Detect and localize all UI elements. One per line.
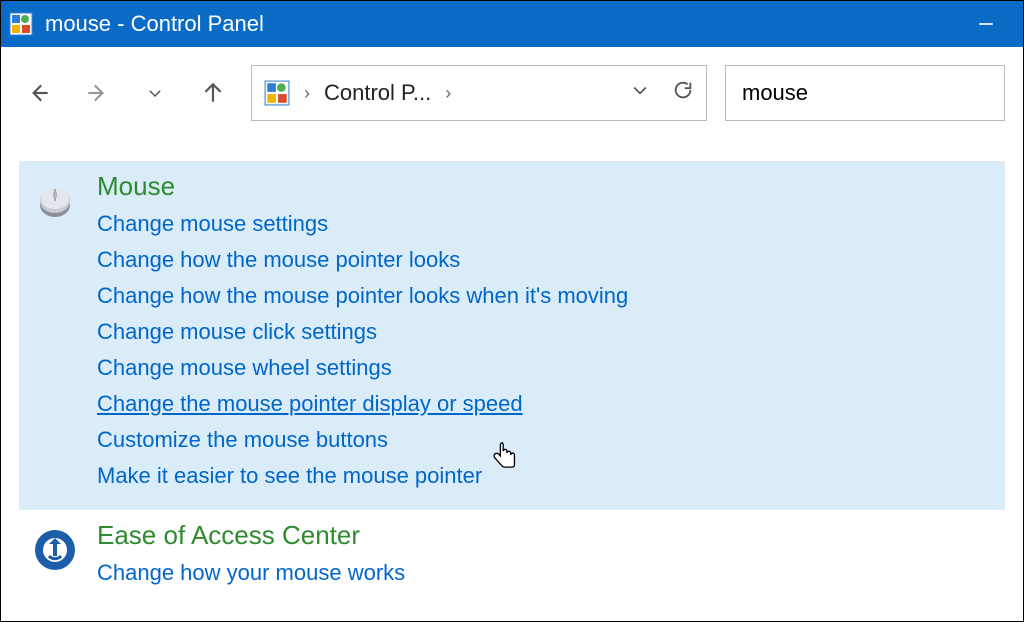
result-link[interactable]: Change mouse click settings <box>97 314 377 350</box>
up-button[interactable] <box>193 73 233 113</box>
titlebar: mouse - Control Panel <box>1 1 1023 47</box>
result-link[interactable]: Change how your mouse works <box>97 555 405 591</box>
navigation-bar: › Control P... › <box>1 47 1023 139</box>
control-panel-icon <box>264 80 290 106</box>
result-link[interactable]: Make it easier to see the mouse pointer <box>97 458 482 494</box>
result-mouse: Mouse Change mouse settings Change how t… <box>19 161 1005 510</box>
search-results: Mouse Change mouse settings Change how t… <box>1 139 1023 607</box>
result-ease-of-access: Ease of Access Center Change how your mo… <box>19 510 1005 607</box>
result-link[interactable]: Change how the mouse pointer looks when … <box>97 278 628 314</box>
result-link[interactable]: Change mouse settings <box>97 206 328 242</box>
refresh-button[interactable] <box>672 79 694 107</box>
recent-locations-button[interactable] <box>135 73 175 113</box>
window-title: mouse - Control Panel <box>45 11 957 37</box>
result-link[interactable]: Change the mouse pointer display or spee… <box>97 386 523 422</box>
search-input[interactable] <box>742 80 988 106</box>
chevron-right-icon[interactable]: › <box>300 83 314 104</box>
address-dropdown-button[interactable] <box>630 80 650 106</box>
ease-of-access-icon <box>31 526 79 574</box>
result-link[interactable]: Change how the mouse pointer looks <box>97 242 460 278</box>
breadcrumb[interactable]: Control P... <box>324 80 431 106</box>
back-button[interactable] <box>19 73 59 113</box>
minimize-button[interactable] <box>957 1 1015 47</box>
result-heading[interactable]: Mouse <box>97 171 993 202</box>
search-box[interactable] <box>725 65 1005 121</box>
address-bar[interactable]: › Control P... › <box>251 65 707 121</box>
chevron-right-icon[interactable]: › <box>441 83 455 104</box>
mouse-icon <box>31 177 79 225</box>
result-link[interactable]: Change mouse wheel settings <box>97 350 392 386</box>
app-icon <box>9 12 33 36</box>
forward-button[interactable] <box>77 73 117 113</box>
result-link[interactable]: Customize the mouse buttons <box>97 422 388 458</box>
result-heading[interactable]: Ease of Access Center <box>97 520 993 551</box>
